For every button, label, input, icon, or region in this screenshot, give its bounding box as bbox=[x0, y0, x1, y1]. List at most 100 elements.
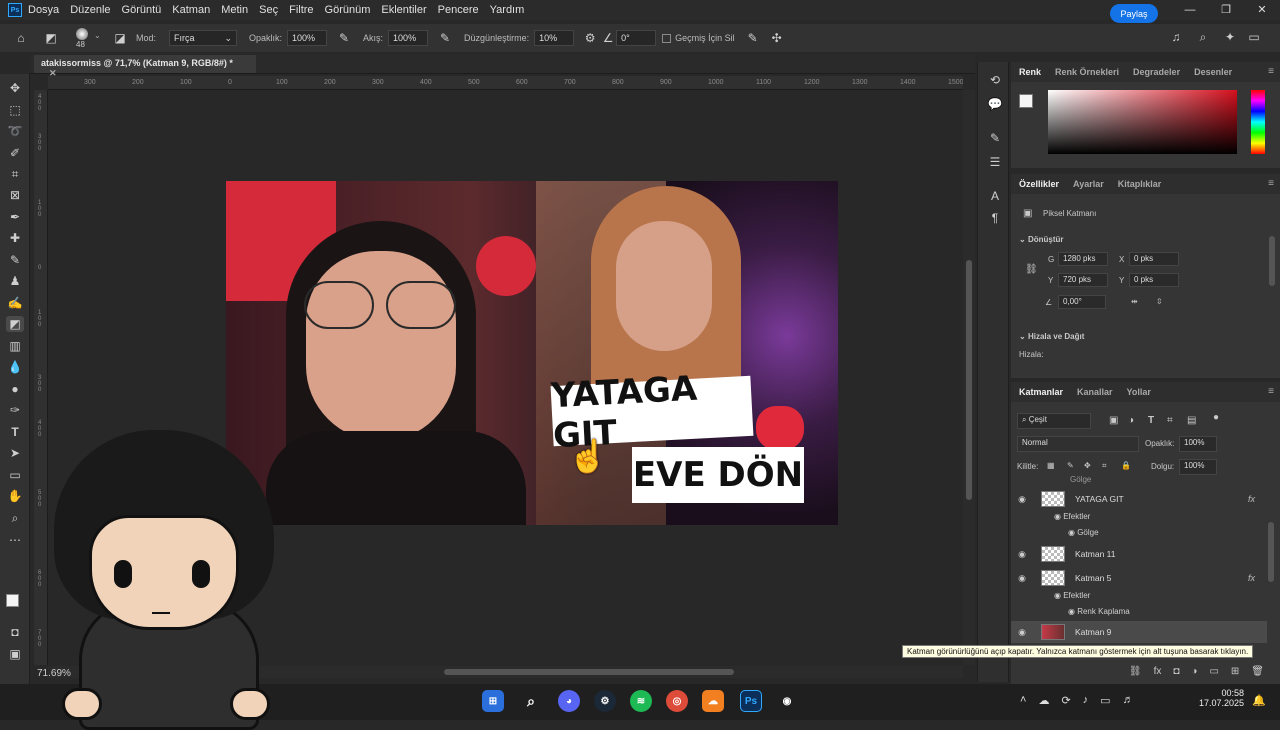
filter-adjustment-icon[interactable]: ◑ bbox=[1128, 415, 1134, 426]
eye-icon[interactable]: ◉ bbox=[1054, 591, 1063, 600]
layer-row[interactable]: ◉ Katman 11 bbox=[1011, 543, 1267, 565]
eyedropper-tool-icon[interactable]: ✒ bbox=[6, 209, 24, 225]
tab-libraries[interactable]: Kitaplıklar bbox=[1118, 179, 1162, 189]
effect-row[interactable]: ◉ Renk Kaplama bbox=[1068, 607, 1130, 616]
menu-filter[interactable]: Filtre bbox=[289, 4, 313, 16]
steam-icon[interactable]: ⚙ bbox=[594, 690, 616, 712]
menu-image[interactable]: Görüntü bbox=[122, 4, 162, 16]
flip-vertical-icon[interactable]: ⇳ bbox=[1156, 297, 1163, 306]
tab-gradients[interactable]: Degradeler bbox=[1133, 67, 1180, 77]
tab-layers[interactable]: Katmanlar bbox=[1019, 387, 1063, 397]
tab-adjustments[interactable]: Ayarlar bbox=[1073, 179, 1104, 189]
layer-row[interactable]: ◉ Katman 5 fx bbox=[1011, 567, 1267, 589]
flow-field[interactable]: 100% bbox=[388, 30, 429, 46]
foreground-color-swatch[interactable] bbox=[1019, 94, 1033, 108]
pressure-opacity-icon[interactable]: ✎ bbox=[333, 31, 355, 45]
zoom-level[interactable]: 71.69% bbox=[37, 668, 71, 679]
layers-scrollbar[interactable] bbox=[1268, 522, 1274, 582]
angle-field[interactable]: 0° bbox=[616, 30, 657, 46]
frame-tool-icon[interactable]: ⊠ bbox=[6, 187, 24, 203]
comments-icon[interactable]: 💬 bbox=[987, 96, 1003, 112]
y-field[interactable]: 0 pks bbox=[1129, 273, 1179, 287]
group-icon[interactable]: ▭ bbox=[1209, 666, 1218, 677]
brush-settings-icon[interactable]: ◪ bbox=[110, 31, 130, 45]
brush-preset-picker[interactable]: 48 ⌄ bbox=[70, 25, 110, 51]
menu-layer[interactable]: Katman bbox=[172, 4, 210, 16]
flip-horizontal-icon[interactable]: ⇹ bbox=[1131, 297, 1138, 306]
tab-properties[interactable]: Özellikler bbox=[1019, 179, 1059, 189]
close-icon[interactable]: ✕ bbox=[1244, 0, 1280, 20]
fx-icon[interactable]: fx bbox=[1248, 494, 1255, 504]
lock-all-icon[interactable]: 🔒 bbox=[1121, 461, 1131, 470]
eraser-tool-icon[interactable]: ◩ bbox=[6, 316, 24, 332]
menu-help[interactable]: Yardım bbox=[490, 4, 525, 16]
tab-swatches[interactable]: Renk Örnekleri bbox=[1055, 67, 1119, 77]
screen-mode-icon[interactable]: ▣ bbox=[6, 646, 24, 662]
lock-position-icon[interactable]: ✥ bbox=[1084, 461, 1091, 470]
restore-icon[interactable]: ❐ bbox=[1208, 0, 1244, 20]
opacity-field[interactable]: 100% bbox=[287, 30, 328, 46]
character-panel-icon[interactable]: A bbox=[987, 188, 1003, 204]
tab-color[interactable]: Renk bbox=[1019, 67, 1041, 77]
lightbulb-icon[interactable]: ✦ bbox=[1222, 30, 1238, 44]
color-picker-field[interactable] bbox=[1048, 90, 1237, 154]
rectangle-tool-icon[interactable]: ▭ bbox=[6, 467, 24, 483]
vertical-scroll-thumb[interactable] bbox=[966, 260, 972, 500]
photoshop-taskbar-icon[interactable]: Ps bbox=[740, 690, 762, 712]
layer-row-selected[interactable]: ◉ Katman 9 bbox=[1011, 621, 1267, 643]
filter-shape-icon[interactable]: ⌗ bbox=[1167, 415, 1173, 426]
pressure-size-icon[interactable]: ✎ bbox=[740, 31, 766, 45]
eye-icon[interactable]: ◉ bbox=[1054, 512, 1063, 521]
share-button[interactable]: Paylaş bbox=[1110, 4, 1158, 23]
tab-channels[interactable]: Kanallar bbox=[1077, 387, 1113, 397]
vertical-scrollbar[interactable] bbox=[963, 90, 975, 665]
horizontal-scroll-thumb[interactable] bbox=[444, 669, 734, 675]
crop-tool-icon[interactable]: ⌗ bbox=[6, 166, 24, 182]
lock-image-icon[interactable]: ✎ bbox=[1067, 461, 1074, 470]
hand-tool-icon[interactable]: ✋ bbox=[6, 488, 24, 504]
panel-menu-icon[interactable]: ≡ bbox=[1268, 66, 1274, 77]
lock-transparent-icon[interactable]: ▦ bbox=[1047, 461, 1055, 470]
home-icon[interactable]: ⌂ bbox=[6, 31, 36, 45]
angle-field[interactable]: 0,00° bbox=[1058, 295, 1106, 309]
microphone-icon[interactable]: ♪ bbox=[1083, 694, 1089, 707]
zoom-tool-icon[interactable]: ⌕ bbox=[6, 510, 24, 526]
eye-icon[interactable]: ◉ bbox=[1068, 528, 1077, 537]
cloud-icon[interactable]: ☁ bbox=[1038, 694, 1049, 707]
history-checkbox[interactable] bbox=[662, 33, 672, 43]
brush-settings-icon[interactable]: ✎ bbox=[987, 130, 1003, 146]
trash-icon[interactable]: 🗑 bbox=[1251, 666, 1264, 677]
thumbnail-artboard[interactable]: YATAGA GIT EVE DÖN ☝ bbox=[226, 181, 838, 525]
marquee-tool-icon[interactable]: ⬚ bbox=[6, 102, 24, 118]
mode-select[interactable]: Fırça ⌄ bbox=[169, 30, 238, 46]
effects-row[interactable]: ◉ Efektler bbox=[1054, 512, 1090, 521]
dodge-tool-icon[interactable]: ● bbox=[6, 381, 24, 397]
obs-icon[interactable]: ◉ bbox=[776, 690, 798, 712]
eraser-tool-icon[interactable]: ◩ bbox=[36, 31, 66, 45]
discord-icon[interactable]: ◕ bbox=[558, 690, 580, 712]
move-tool-icon[interactable]: ✥ bbox=[6, 80, 24, 96]
clock[interactable]: 00:58 17.07.2025 bbox=[1188, 688, 1244, 708]
blend-mode-select[interactable]: Normal bbox=[1017, 436, 1139, 452]
menu-type[interactable]: Metin bbox=[221, 4, 248, 16]
minimize-icon[interactable]: — bbox=[1172, 0, 1208, 20]
properties-scrollbar[interactable] bbox=[1269, 236, 1275, 286]
menu-window[interactable]: Pencere bbox=[438, 4, 479, 16]
windows-start-icon[interactable]: ⊞ bbox=[482, 690, 504, 712]
lock-artboard-icon[interactable]: ⌗ bbox=[1102, 461, 1107, 471]
path-select-icon[interactable]: ➤ bbox=[6, 445, 24, 461]
tab-patterns[interactable]: Desenler bbox=[1194, 67, 1232, 77]
volume-icon[interactable]: ♬ bbox=[1123, 694, 1134, 707]
menu-edit[interactable]: Düzenle bbox=[70, 4, 110, 16]
adjustment-layer-icon[interactable]: ◑ bbox=[1191, 666, 1197, 677]
x-field[interactable]: 0 pks bbox=[1129, 252, 1179, 266]
more-tools-icon[interactable]: ⋯ bbox=[6, 532, 24, 548]
hue-slider[interactable] bbox=[1251, 90, 1265, 154]
filter-pixel-icon[interactable]: ▣ bbox=[1109, 415, 1118, 426]
filter-smart-object-icon[interactable]: ▤ bbox=[1187, 415, 1196, 426]
add-mask-icon[interactable]: ◘ bbox=[1173, 666, 1179, 677]
lasso-tool-icon[interactable]: ➰ bbox=[6, 123, 24, 139]
new-layer-icon[interactable]: ⊞ bbox=[1231, 666, 1239, 677]
blur-tool-icon[interactable]: 💧 bbox=[6, 359, 24, 375]
effects-row[interactable]: ◉ Efektler bbox=[1054, 591, 1090, 600]
